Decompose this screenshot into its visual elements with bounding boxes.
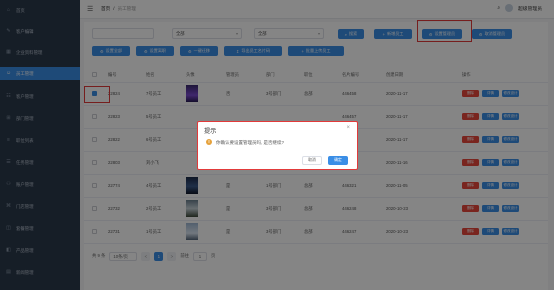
confirm-dialog: 提示 × ! 你确认要设置管理员吗, 是否继续? 取消 确定 <box>197 121 358 170</box>
cancel-button[interactable]: 取消 <box>302 156 322 165</box>
dialog-title: 提示 <box>204 128 217 135</box>
warning-icon: ! <box>206 139 212 145</box>
confirm-button[interactable]: 确定 <box>328 156 348 165</box>
close-icon[interactable]: × <box>346 125 350 131</box>
dialog-message: 你确认要设置管理员吗, 是否继续? <box>216 140 285 145</box>
